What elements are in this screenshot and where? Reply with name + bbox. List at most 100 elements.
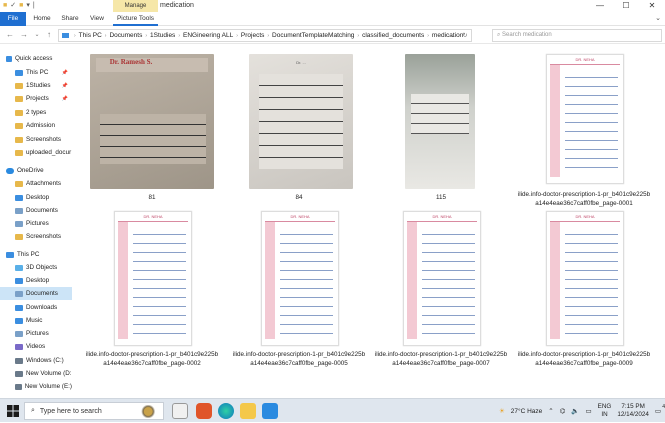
file-name: ilide.info-doctor-prescription-1-pr_b401… xyxy=(517,351,651,367)
sidebar-item-label: uploaded_docur xyxy=(26,149,72,156)
sidebar-item-label: Screenshots xyxy=(26,233,62,240)
sidebar-item-screenshots-od[interactable]: Screenshots xyxy=(0,230,72,243)
sidebar-item-label: Projects xyxy=(26,95,49,102)
sidebar-item-attachments[interactable]: Attachments xyxy=(0,177,72,190)
sidebar-item-this-pc-root[interactable]: This PC xyxy=(0,248,72,261)
brave-browser-icon[interactable] xyxy=(196,403,212,419)
document-thumbnail: DR. NEHA xyxy=(546,211,624,346)
file-item[interactable]: Dr. Ramesh S. 81 xyxy=(82,48,222,208)
sidebar-item-desktop[interactable]: Desktop xyxy=(0,191,72,204)
sidebar-item-this-pc[interactable]: This PC 📌 xyxy=(0,66,72,79)
file-item[interactable]: 115 xyxy=(371,48,511,208)
breadcrumb-projects[interactable]: Projects xyxy=(240,32,265,39)
pictures-icon xyxy=(15,330,23,337)
tab-home[interactable]: Home xyxy=(30,12,54,26)
breadcrumb-1studies[interactable]: 1Studies xyxy=(149,32,176,39)
taskbar-search[interactable]: ⌕ Type here to search xyxy=(24,402,164,420)
volume-icon[interactable]: 🔈 xyxy=(571,407,579,415)
file-item[interactable]: DR. NEHA ilide.info-doctor-prescription-… xyxy=(371,209,511,379)
breadcrumb-documents[interactable]: Documents xyxy=(108,32,143,39)
search-input[interactable]: ⌕ Search medication xyxy=(492,29,662,42)
sidebar-item-uploaded-docs[interactable]: uploaded_docur xyxy=(0,146,72,159)
vscode-icon[interactable] xyxy=(262,403,278,419)
checkmark-icon[interactable]: ✓ xyxy=(10,0,16,12)
sidebar-item-pictures[interactable]: Pictures xyxy=(0,217,72,230)
sidebar-item-quick-access[interactable]: Quick access xyxy=(0,52,72,65)
folder-icon[interactable]: ■ xyxy=(19,0,23,12)
windows-start-icon[interactable] xyxy=(7,405,19,417)
folder-icon xyxy=(15,233,23,240)
search-highlight-icon xyxy=(141,404,159,418)
breadcrumb-engineering[interactable]: ENGineering ALL xyxy=(182,32,234,39)
sidebar-item-windows-c[interactable]: Windows (C:) xyxy=(0,354,72,367)
sidebar-item-music[interactable]: Music xyxy=(0,314,72,327)
sidebar-item-1studies[interactable]: 1Studies 📌 xyxy=(0,79,72,92)
window-controls: — ☐ ✕ xyxy=(587,0,665,12)
back-button[interactable]: ← xyxy=(3,28,17,42)
documents-icon xyxy=(15,207,23,214)
weather-text[interactable]: 27°C Haze xyxy=(511,408,543,415)
tab-view[interactable]: View xyxy=(86,12,108,26)
customize-dropdown-icon[interactable]: ▾ xyxy=(26,0,30,12)
close-button[interactable]: ✕ xyxy=(639,0,665,12)
network-icon[interactable]: ⌬ xyxy=(560,407,566,415)
language-indicator[interactable]: ENG IN xyxy=(598,403,612,419)
sidebar-item-label: 3D Objects xyxy=(26,264,58,271)
clock-time: 7:15 PM xyxy=(621,403,645,410)
file-item[interactable]: DR. NEHA ilide.info-doctor-prescription-… xyxy=(82,209,222,379)
clock[interactable]: 7:15 PM 12/14/2024 xyxy=(617,403,649,419)
chevron-up-icon[interactable]: ⌃ xyxy=(548,407,553,415)
folder-icon xyxy=(15,82,23,89)
folder-icon xyxy=(15,122,23,129)
pc-icon xyxy=(6,251,14,258)
sidebar-item-documents-pc[interactable]: Documents xyxy=(0,287,72,300)
file-item[interactable]: DR. NEHA ilide.info-doctor-prescription-… xyxy=(514,48,654,218)
file-item[interactable]: DR. NEHA ilide.info-doctor-prescription-… xyxy=(514,209,654,379)
up-button[interactable]: ↑ xyxy=(42,28,56,42)
tab-picture-tools[interactable]: Picture Tools xyxy=(113,12,158,26)
breadcrumb-documenttemplatematching[interactable]: DocumentTemplateMatching xyxy=(271,32,355,39)
chevron-down-icon[interactable]: ⌄ xyxy=(450,32,455,39)
sidebar-item-new-volume-d[interactable]: New Volume (D: xyxy=(0,367,72,380)
file-item[interactable]: Dr. ... 84 xyxy=(229,48,369,208)
sidebar-item-downloads[interactable]: Downloads xyxy=(0,301,72,314)
manage-tab[interactable]: Manage xyxy=(113,0,158,12)
desktop-icon xyxy=(15,194,23,201)
sidebar-item-documents[interactable]: Documents xyxy=(0,204,72,217)
folder-icon[interactable]: ■ xyxy=(3,0,7,12)
battery-icon[interactable]: ▭ xyxy=(586,407,592,415)
breadcrumb-this-pc[interactable]: This PC xyxy=(78,32,103,39)
pin-icon: 📌 xyxy=(61,69,68,76)
sidebar-item-admission[interactable]: Admission xyxy=(0,119,72,132)
drive-icon xyxy=(15,370,23,377)
ribbon-tabs: File Home Share View Picture Tools ⌄ xyxy=(0,12,665,26)
tab-file[interactable]: File xyxy=(0,12,26,26)
sidebar-item-new-volume-e[interactable]: New Volume (E:) xyxy=(0,380,72,393)
task-view-icon[interactable] xyxy=(172,403,188,419)
navigation-pane: Quick access This PC 📌 1Studies 📌 Projects… xyxy=(0,52,72,396)
edge-browser-icon[interactable] xyxy=(218,403,234,419)
weather-icon[interactable]: ☀ xyxy=(499,407,505,415)
file-explorer-icon[interactable] xyxy=(240,403,256,419)
sidebar-item-videos[interactable]: Videos xyxy=(0,340,72,353)
separator: | xyxy=(32,2,35,9)
forward-button[interactable]: → xyxy=(17,28,31,42)
file-grid: Dr. Ramesh S. 81 Dr. ... 84 115 DR. NEHA… xyxy=(74,44,665,396)
sidebar-item-screenshots[interactable]: Screenshots xyxy=(0,133,72,146)
refresh-icon[interactable]: ↻ xyxy=(462,32,467,39)
expand-ribbon-icon[interactable]: ⌄ xyxy=(655,14,661,22)
tab-share[interactable]: Share xyxy=(58,12,82,26)
maximize-button[interactable]: ☐ xyxy=(613,0,639,12)
sidebar-item-3d-objects[interactable]: 3D Objects xyxy=(0,261,72,274)
address-bar[interactable]: › This PC › Documents › 1Studies › ENGin… xyxy=(58,29,472,42)
notification-icon[interactable]: ▭ 4 xyxy=(655,404,665,415)
file-item[interactable]: DR. NEHA ilide.info-doctor-prescription-… xyxy=(229,209,369,379)
sidebar-item-onedrive[interactable]: OneDrive xyxy=(0,164,72,177)
sidebar-item-projects[interactable]: Projects 📌 xyxy=(0,92,72,105)
sidebar-item-label: Windows (C:) xyxy=(26,357,64,364)
sidebar-item-2-types[interactable]: 2 types xyxy=(0,106,72,119)
sidebar-item-pictures-pc[interactable]: Pictures xyxy=(0,327,72,340)
minimize-button[interactable]: — xyxy=(587,0,613,12)
sidebar-item-desktop-pc[interactable]: Desktop xyxy=(0,274,72,287)
breadcrumb-classified-documents[interactable]: classified_documents xyxy=(361,32,425,39)
